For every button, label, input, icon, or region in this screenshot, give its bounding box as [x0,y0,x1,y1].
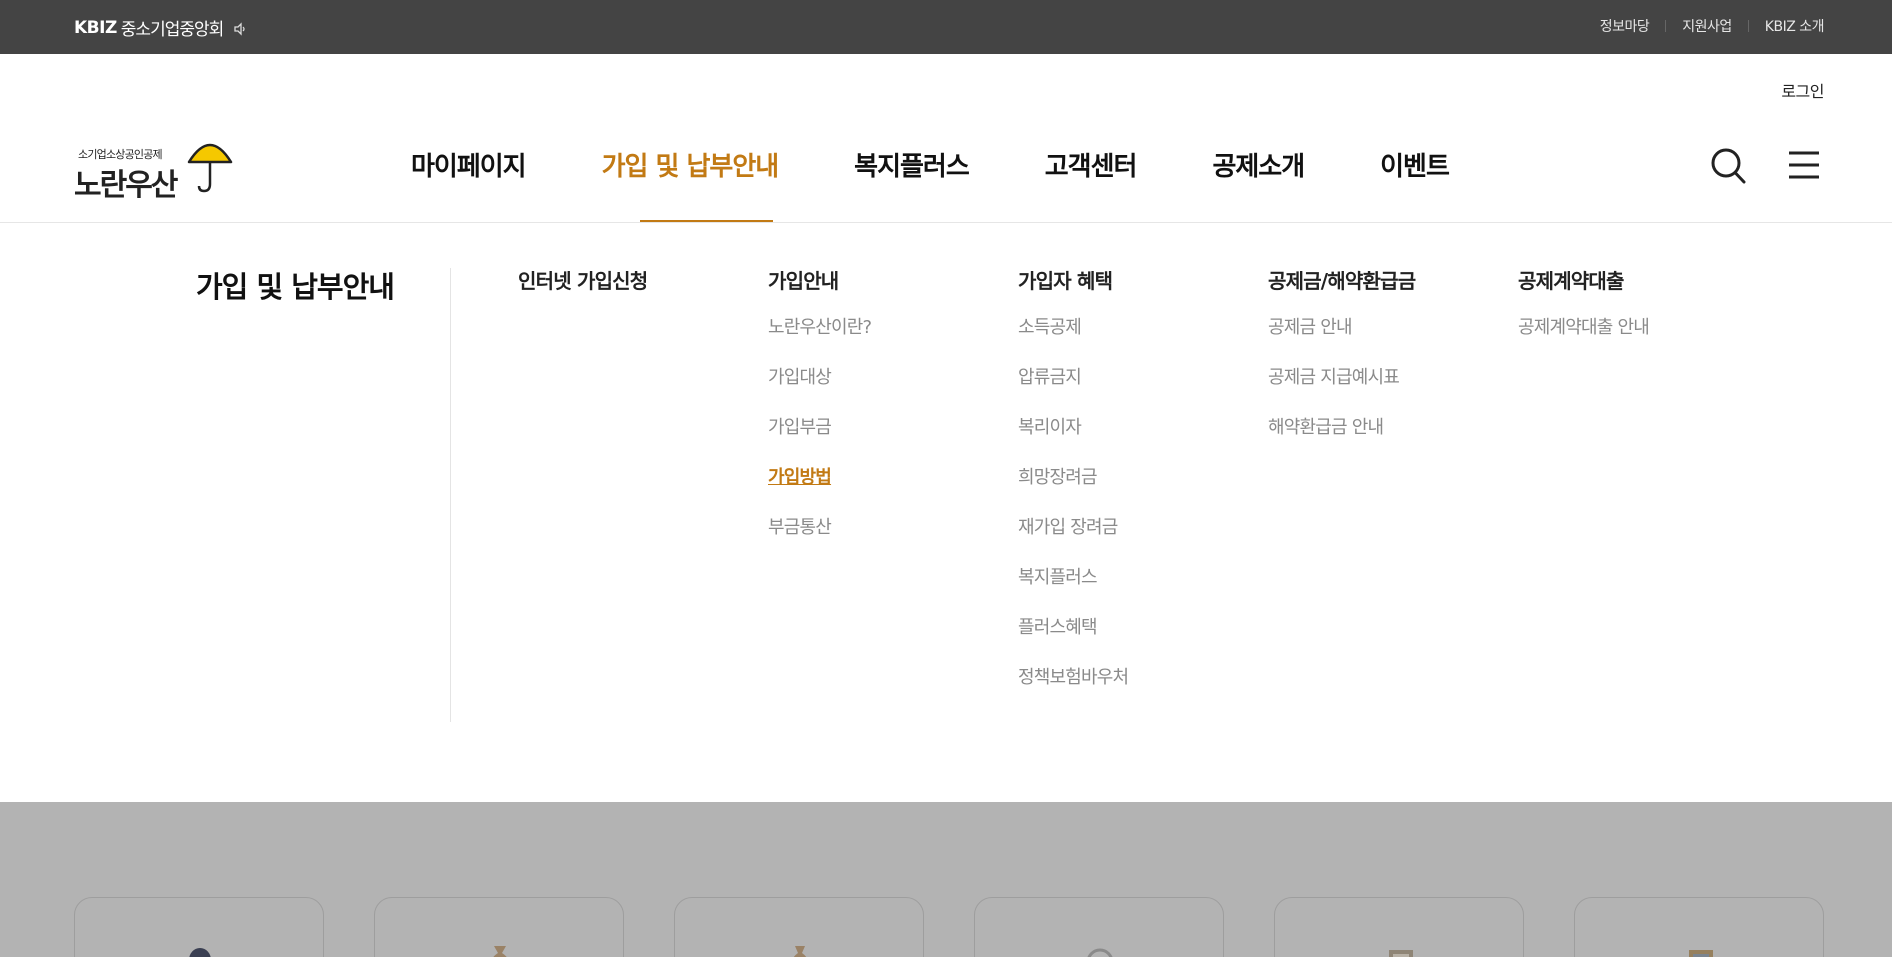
kbiz-mark: KBIZ [74,17,117,38]
mega-col-join-guide: 가입안내 노란우산이란? 가입대상 가입부금 가입방법 부금통산 [768,265,872,563]
mega-sub-item[interactable]: 부금통산 [768,513,871,563]
gnb-customer-center[interactable]: 고객센터 [1045,146,1138,186]
util-link-info[interactable]: 정보마당 [1600,16,1650,36]
mega-menu-title: 가입 및 납부안내 [196,270,395,304]
document-icon [1383,940,1417,957]
divider [1747,20,1749,32]
utility-links: 정보마당 지원사업 KBIZ 소개 [1600,16,1825,36]
gnb-event[interactable]: 이벤트 [1380,146,1450,186]
quick-menu-card[interactable] [74,897,324,957]
camera-icon [183,940,217,957]
mega-sub-item[interactable]: 소득공제 [1018,313,1128,363]
mega-sub-item[interactable]: 재가입 장려금 [1018,513,1128,563]
mega-sub-item-active[interactable]: 가입방법 [768,463,871,513]
mega-col-head[interactable]: 인터넷 가입신청 [518,265,648,294]
mega-sub-item[interactable]: 가입대상 [768,363,871,413]
umbrella-icon [186,134,234,196]
mega-sub-list: 공제계약대출 안내 [1518,313,1650,363]
mega-sub-item[interactable]: 희망장려금 [1018,463,1128,513]
mega-col-internet-join: 인터넷 가입신청 [518,265,648,294]
money-bag-icon [783,940,817,957]
mega-menu-divider [450,268,451,722]
search-icon[interactable] [1710,147,1746,185]
mega-col-contract-loan: 공제계약대출 공제계약대출 안내 [1518,265,1650,363]
mega-sub-item[interactable]: 공제금 지급예시표 [1268,363,1415,413]
mega-sub-list: 노란우산이란? 가입대상 가입부금 가입방법 부금통산 [768,313,872,563]
mega-sub-item[interactable]: 가입부금 [768,413,871,463]
mega-sub-item[interactable]: 복리이자 [1018,413,1128,463]
divider [1665,20,1667,32]
top-utility-bar: KBIZ 중소기업중앙회 정보마당 지원사업 KBIZ 소개 [0,0,1892,54]
kbiz-logo[interactable]: KBIZ 중소기업중앙회 [74,15,247,40]
mega-sub-list: 소득공제 압류금지 복리이자 희망장려금 재가입 장려금 복지플러스 플러스혜택… [1018,313,1129,713]
mega-sub-item[interactable]: 공제금 안내 [1268,313,1415,363]
mega-col-head[interactable]: 공제금/해약환급금 [1268,265,1416,294]
gnb-mypage[interactable]: 마이페이지 [411,146,527,186]
gnb-welfare-plus[interactable]: 복지플러스 [854,146,970,186]
mega-sub-item[interactable]: 노란우산이란? [768,313,872,363]
gnb-join-payment[interactable]: 가입 및 납부안내 [602,146,780,186]
quick-menu-card[interactable] [374,897,624,957]
util-link-about-kbiz[interactable]: KBIZ 소개 [1765,16,1825,36]
mega-sub-item[interactable]: 압류금지 [1018,363,1128,413]
magnifier-icon [1083,940,1117,957]
quick-menu-card[interactable] [1574,897,1824,957]
global-nav: 마이페이지 가입 및 납부안내 복지플러스 고객센터 공제소개 이벤트 [411,146,1525,186]
mega-sub-item[interactable]: 해약환급금 안내 [1268,413,1415,463]
quick-menu-card[interactable] [1274,897,1524,957]
mega-sub-list: 공제금 안내 공제금 지급예시표 해약환급금 안내 [1268,313,1415,463]
mega-sub-item[interactable]: 정책보험바우처 [1018,663,1129,713]
mega-col-head[interactable]: 가입안내 [768,265,871,294]
util-link-support[interactable]: 지원사업 [1682,16,1732,36]
mega-sub-item[interactable]: 공제계약대출 안내 [1518,313,1650,363]
mega-col-deduction-refund: 공제금/해약환급금 공제금 안내 공제금 지급예시표 해약환급금 안내 [1268,265,1416,463]
book-icon [1683,940,1717,957]
header-divider [0,222,1892,223]
mega-sub-item[interactable]: 플러스혜택 [1018,613,1128,663]
quick-menu-card[interactable] [674,897,924,957]
mega-sub-item[interactable]: 복지플러스 [1018,563,1128,613]
login-link[interactable]: 로그인 [1781,78,1824,102]
hamburger-menu-icon[interactable] [1788,150,1820,180]
mega-col-head[interactable]: 공제계약대출 [1518,265,1649,294]
logo-title: 노란우산 [74,168,178,203]
site-logo[interactable]: 소기업소상공인공제 노란우산 [74,134,234,203]
gnb-about[interactable]: 공제소개 [1212,146,1305,186]
money-bag-icon [483,940,517,957]
quick-menu-card[interactable] [974,897,1224,957]
mega-col-head[interactable]: 가입자 혜택 [1018,265,1128,294]
kbiz-name: 중소기업중앙회 [120,20,224,40]
speaker-icon[interactable] [233,21,247,36]
mega-col-member-benefits: 가입자 혜택 소득공제 압류금지 복리이자 희망장려금 재가입 장려금 복지플러… [1018,265,1129,713]
